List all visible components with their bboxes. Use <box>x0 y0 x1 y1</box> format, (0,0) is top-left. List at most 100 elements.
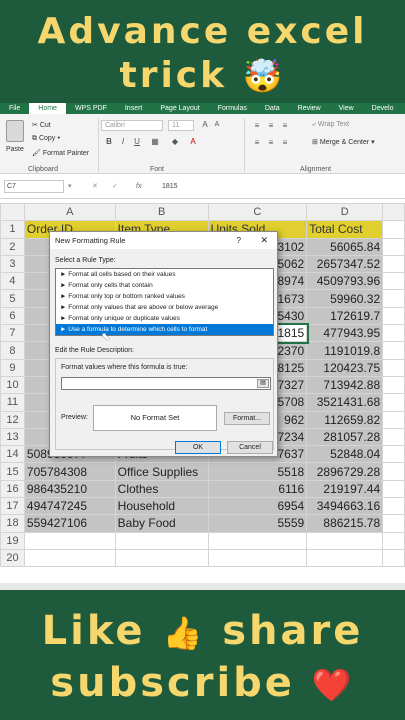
underline-button[interactable]: U <box>132 137 142 146</box>
row-header[interactable]: 10 <box>0 375 25 395</box>
cell[interactable] <box>382 514 405 533</box>
cell[interactable] <box>382 445 405 464</box>
cell[interactable] <box>382 531 405 550</box>
cell[interactable]: 3521431.68 <box>306 393 384 412</box>
align-left-icon[interactable]: ≡ <box>252 138 262 147</box>
cell[interactable]: Clothes <box>114 479 209 499</box>
align-top-icon[interactable]: ≡ <box>252 121 262 130</box>
cut-button[interactable]: ✂ Cut <box>32 121 51 129</box>
cell[interactable]: 2896729.28 <box>306 462 384 481</box>
cell[interactable]: 6116 <box>207 479 308 499</box>
cell[interactable] <box>382 272 405 291</box>
cell[interactable] <box>207 548 308 568</box>
ok-button[interactable]: OK <box>175 441 221 454</box>
menu-tab[interactable]: Review <box>289 105 330 112</box>
formula-text-field[interactable]: ▤ <box>61 377 271 390</box>
cell[interactable]: 281057.28 <box>306 427 384 447</box>
row-header[interactable]: 2 <box>0 237 25 256</box>
cell[interactable]: 559427106 <box>23 514 116 533</box>
column-header[interactable]: B <box>114 202 209 222</box>
row-header[interactable]: 1 <box>0 220 25 239</box>
cell[interactable]: 705784308 <box>23 462 116 481</box>
menu-tab[interactable]: Develo <box>363 105 403 112</box>
cell[interactable]: 5518 <box>207 462 308 481</box>
row-header[interactable]: 20 <box>0 548 25 568</box>
row-header[interactable]: 7 <box>0 324 25 343</box>
cancel-entry-icon[interactable]: ✕ <box>92 182 98 190</box>
rule-type-option[interactable]: ► Format only top or bottom ranked value… <box>56 291 273 302</box>
row-header[interactable]: 3 <box>0 254 25 274</box>
cell[interactable]: 120423.75 <box>306 358 384 377</box>
cell[interactable]: Office Supplies <box>114 462 209 481</box>
rule-type-option[interactable]: ► Format all cells based on their values <box>56 269 273 280</box>
row-header[interactable]: 4 <box>0 272 25 291</box>
borders-icon[interactable]: ▦ <box>150 137 160 146</box>
font-name-select[interactable]: Calibri <box>101 120 163 131</box>
column-header[interactable] <box>382 202 405 222</box>
cell[interactable]: Total Cost <box>306 220 384 239</box>
cell[interactable] <box>382 410 405 429</box>
cell[interactable] <box>114 548 209 568</box>
cell[interactable] <box>382 237 405 256</box>
row-header[interactable]: 12 <box>0 410 25 429</box>
range-selector-icon[interactable]: ▤ <box>257 379 269 388</box>
cell[interactable]: 3494663.16 <box>306 497 384 516</box>
row-header[interactable]: 5 <box>0 289 25 308</box>
cell[interactable]: 56065.84 <box>306 237 384 256</box>
cell[interactable]: 112659.82 <box>306 410 384 429</box>
menu-tab[interactable]: Insert <box>116 105 152 112</box>
cell[interactable] <box>382 289 405 308</box>
increase-font-icon[interactable]: A <box>200 120 210 129</box>
cell[interactable] <box>382 497 405 516</box>
rule-type-option[interactable]: ► Format only values that are above or b… <box>56 302 273 313</box>
bold-button[interactable]: B <box>104 137 114 146</box>
cell[interactable] <box>382 462 405 481</box>
menu-tab[interactable]: Data <box>256 105 289 112</box>
menu-tab[interactable]: Formulas <box>209 105 256 112</box>
cell[interactable]: 59960.32 <box>306 289 384 308</box>
align-middle-icon[interactable]: ≡ <box>266 121 276 130</box>
cell[interactable] <box>382 220 405 239</box>
cell[interactable] <box>382 358 405 377</box>
font-size-select[interactable]: 11 <box>168 120 194 131</box>
row-header[interactable]: 19 <box>0 531 25 550</box>
menu-tab[interactable]: WPS PDF <box>66 105 116 112</box>
cell[interactable] <box>114 531 209 550</box>
column-header[interactable]: D <box>306 202 384 222</box>
cell[interactable] <box>382 375 405 395</box>
cell[interactable]: 219197.44 <box>306 479 384 499</box>
cell[interactable]: 494747245 <box>23 497 116 516</box>
row-header[interactable]: 18 <box>0 514 25 533</box>
cell[interactable] <box>382 254 405 274</box>
row-header[interactable]: 17 <box>0 497 25 516</box>
cell[interactable]: 477943.95 <box>306 324 384 343</box>
row-header[interactable]: 8 <box>0 341 25 360</box>
cell[interactable] <box>23 548 116 568</box>
close-icon[interactable]: ✕ <box>260 232 268 249</box>
cell[interactable] <box>382 306 405 326</box>
font-color-icon[interactable]: A <box>188 137 198 146</box>
menu-tab[interactable]: View <box>330 105 363 112</box>
align-right-icon[interactable]: ≡ <box>280 138 290 147</box>
cell[interactable] <box>382 479 405 499</box>
row-header[interactable]: 14 <box>0 445 25 464</box>
help-icon[interactable]: ? <box>237 232 241 249</box>
cell[interactable]: 52848.04 <box>306 445 384 464</box>
cell[interactable]: 5559 <box>207 514 308 533</box>
rule-type-option[interactable]: ► Use a formula to determine which cells… <box>56 324 273 335</box>
wrap-text-button[interactable]: ⤶ Wrap Text <box>312 121 349 129</box>
formula-input[interactable]: 1815 <box>162 183 178 190</box>
row-header[interactable]: 9 <box>0 358 25 377</box>
cell[interactable] <box>207 531 308 550</box>
cell[interactable] <box>382 341 405 360</box>
menu-tab[interactable]: File <box>0 105 29 112</box>
copy-button[interactable]: ⧉ Copy ▾ <box>32 135 60 143</box>
cell[interactable]: 713942.88 <box>306 375 384 395</box>
namebox-dropdown-icon[interactable]: ▾ <box>68 182 72 190</box>
cell[interactable]: 986435210 <box>23 479 116 499</box>
row-header[interactable]: 6 <box>0 306 25 326</box>
cell[interactable]: Household <box>114 497 209 516</box>
fill-color-icon[interactable]: ◆ <box>170 137 180 146</box>
menu-tab[interactable]: Home <box>29 103 66 114</box>
cell[interactable] <box>382 427 405 447</box>
